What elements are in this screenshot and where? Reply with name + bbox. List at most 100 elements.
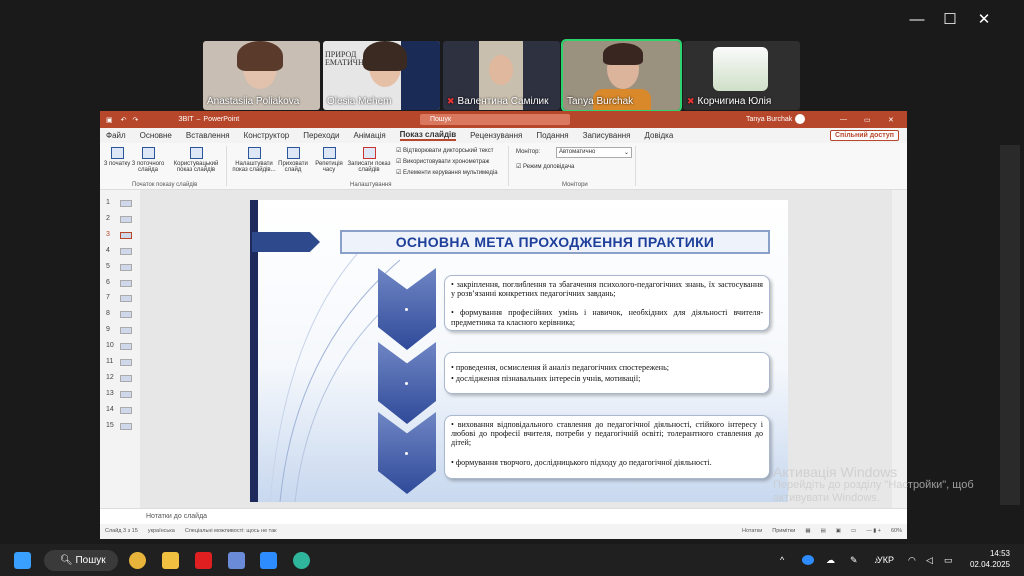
tab-transitions[interactable]: Переходи <box>303 131 339 140</box>
slide-number: 15 <box>106 421 114 429</box>
thumbnail-preview <box>120 279 132 287</box>
search-input[interactable]: Пошук <box>420 114 570 125</box>
battery-icon[interactable]: ▭ <box>944 555 953 566</box>
participant-strip: Anastasiia Poliakova ПРИРОД ЕМАТИЧН Olesi… <box>203 39 800 112</box>
slide-thumbnails: 1 2 3 4 5 6 7 8 9 10 11 12 13 14 15 <box>100 190 140 508</box>
accessibility-status[interactable]: Спеціальні можливості: щось не так <box>185 528 277 535</box>
restore-icon[interactable]: ▭ <box>864 116 871 124</box>
speaker-icon[interactable]: ◁ <box>926 555 933 566</box>
slide-thumbnail[interactable]: 5 <box>106 260 136 274</box>
rehearse-button[interactable]: Репетиція часу <box>314 147 344 173</box>
file-explorer-icon[interactable] <box>162 552 179 569</box>
slide-thumbnail[interactable]: 13 <box>106 387 136 401</box>
tab-slideshow[interactable]: Показ слайдів <box>399 130 457 141</box>
slide-thumbnail[interactable]: 4 <box>106 244 136 258</box>
vertical-scrollbar[interactable] <box>892 190 907 508</box>
minimize-icon[interactable]: — <box>840 116 847 123</box>
tab-design[interactable]: Конструктор <box>244 131 290 140</box>
tab-record[interactable]: Записування <box>583 131 631 140</box>
slide-number: 11 <box>106 358 114 365</box>
participant-tile[interactable]: ✖ Корчигина Юлія <box>683 41 800 110</box>
slide-thumbnail[interactable]: 1 <box>106 196 136 210</box>
slide-thumbnail[interactable]: 12 <box>106 371 136 385</box>
media-controls-checkbox[interactable]: ☑ Елементи керування мультимедіа <box>396 169 498 176</box>
notes-pane[interactable]: Нотатки до слайда <box>100 508 907 524</box>
tab-view[interactable]: Подання <box>536 131 568 140</box>
store-icon[interactable] <box>228 552 245 569</box>
presenter-view-checkbox[interactable]: ☑ Режим доповідача <box>516 163 574 170</box>
slide-thumbnail[interactable]: 15 <box>106 419 136 433</box>
wifi-icon[interactable]: ◠ <box>908 555 916 566</box>
tab-help[interactable]: Довідка <box>645 131 674 140</box>
hide-slide-button[interactable]: Приховати слайд <box>278 147 308 173</box>
close-icon[interactable]: ✕ <box>888 116 894 124</box>
slide-thumbnail[interactable]: 2 <box>106 212 136 226</box>
zoom-slider[interactable]: — ▮ + <box>866 528 881 535</box>
undo-icon[interactable]: ↶ <box>121 116 127 124</box>
save-icon[interactable]: ▣ <box>106 116 113 124</box>
slide-number: 8 <box>106 310 110 318</box>
chevron-up-icon[interactable]: ^ <box>780 555 784 565</box>
participant-tile[interactable]: Tanya Burchak <box>561 39 682 112</box>
narration-checkbox[interactable]: ☑ Відтворювати дикторський текст <box>396 147 494 154</box>
close-button[interactable]: ✕ <box>967 6 1001 34</box>
participant-tile[interactable]: Anastasiia Poliakova <box>203 41 320 110</box>
zoom-level[interactable]: 60% <box>891 528 902 535</box>
status-bar: Слайд 3 з 15 українська Спеціальні можли… <box>100 524 907 539</box>
slide-thumbnail[interactable]: 7 <box>106 291 136 305</box>
clock[interactable]: 14:53 02.04.2025 <box>970 548 1010 570</box>
custom-show-button[interactable]: Користувацький показ слайдів <box>170 147 222 173</box>
thumbnail-preview <box>120 390 132 398</box>
normal-view-icon[interactable]: ▦ <box>805 528 810 535</box>
browser-icon[interactable] <box>293 552 310 569</box>
zoom-app-icon[interactable] <box>260 552 277 569</box>
tab-insert[interactable]: Вставлення <box>186 131 230 140</box>
zoom-tray-icon[interactable] <box>802 555 814 565</box>
timings-checkbox[interactable]: ☑ Використовувати хронометраж <box>396 158 489 165</box>
cloud-icon[interactable]: ☁ <box>826 555 835 566</box>
slide-thumbnail[interactable]: 11 <box>106 355 136 369</box>
muted-mic-icon: ✖ <box>687 96 695 106</box>
chrome-icon[interactable] <box>129 552 146 569</box>
participant-tile[interactable]: ✖ Валентина Самілик <box>443 41 560 110</box>
participant-tile[interactable]: ПРИРОД ЕМАТИЧН Olesia Mehem <box>323 41 440 110</box>
share-button[interactable]: Спільний доступ <box>829 130 899 141</box>
slide-thumbnail[interactable]: 3 <box>106 228 136 242</box>
setup-show-button[interactable]: Налаштувати показ слайдів... <box>230 147 278 173</box>
file-name: ЗВІТ <box>178 116 194 123</box>
windows-start-icon[interactable] <box>14 552 31 569</box>
tab-animations[interactable]: Анімація <box>353 131 385 140</box>
slide-counter: Слайд 3 з 15 <box>105 528 138 534</box>
slide-thumbnail[interactable]: 14 <box>106 403 136 417</box>
youtube-icon[interactable] <box>195 552 212 569</box>
maximize-button[interactable]: ☐ <box>933 6 967 34</box>
ribbon-tabs: Файл Основне Вставлення Конструктор Пере… <box>100 128 907 143</box>
record-button[interactable]: Записати показ слайдів <box>346 147 392 173</box>
tab-home[interactable]: Основне <box>140 131 172 140</box>
redo-icon[interactable]: ↷ <box>133 116 139 124</box>
sorter-view-icon[interactable]: ▤ <box>821 528 826 535</box>
slide-thumbnail[interactable]: 10 <box>106 339 136 353</box>
notes-button[interactable]: Нотатки <box>742 528 762 535</box>
language-indicator[interactable]: УКР <box>877 555 894 565</box>
slideshow-view-icon[interactable]: ▭ <box>851 528 856 535</box>
thumbnail-preview <box>120 422 132 430</box>
taskbar-search[interactable]: 🔍︎ Пошук <box>44 550 118 571</box>
minimize-button[interactable]: — <box>900 6 934 34</box>
slide-thumbnail[interactable]: 6 <box>106 276 136 290</box>
slide-thumbnail[interactable]: 8 <box>106 307 136 321</box>
from-start-button[interactable]: З початку <box>102 147 132 167</box>
reading-view-icon[interactable]: ▣ <box>836 528 841 535</box>
thumbnail-preview <box>120 295 132 303</box>
comments-button[interactable]: Примітки <box>772 528 795 535</box>
slide-thumbnail[interactable]: 9 <box>106 323 136 337</box>
pen-icon[interactable]: ✎ <box>850 555 858 566</box>
tab-file[interactable]: Файл <box>106 131 126 140</box>
tab-review[interactable]: Рецензування <box>470 131 522 140</box>
language-status[interactable]: українська <box>148 528 175 535</box>
background-window <box>1000 145 1020 505</box>
thumbnail-preview <box>120 215 132 223</box>
from-current-button[interactable]: З поточного слайда <box>130 147 166 173</box>
monitor-select[interactable]: Автоматично ⌄ <box>556 147 632 158</box>
avatar[interactable] <box>795 114 805 124</box>
